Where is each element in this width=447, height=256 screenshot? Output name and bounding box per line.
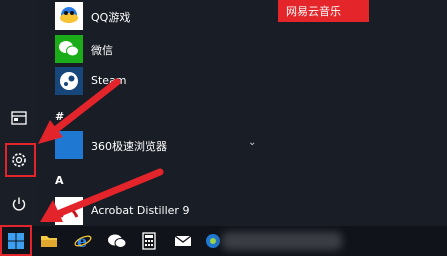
app-label-wechat[interactable]: 微信 bbox=[91, 42, 113, 58]
app-list: QQ游戏 微信 Steam # 360极速浏览器 ⌄ A Acrobat Dis bbox=[38, 0, 447, 226]
taskbar: e bbox=[0, 226, 447, 256]
360-browser-tile[interactable] bbox=[55, 131, 83, 159]
blurred-taskbar-region bbox=[222, 232, 342, 250]
app-icon[interactable] bbox=[202, 230, 224, 252]
app-label-steam[interactable]: Steam bbox=[91, 74, 127, 87]
calculator-icon[interactable] bbox=[138, 230, 160, 252]
internet-explorer-icon[interactable]: e bbox=[72, 230, 94, 252]
qq-game-icon[interactable] bbox=[55, 2, 83, 30]
svg-text:e: e bbox=[77, 232, 87, 250]
section-header-a[interactable]: A bbox=[55, 174, 64, 187]
netease-music-banner[interactable]: 网易云音乐 bbox=[278, 0, 369, 22]
chevron-down-icon[interactable]: ⌄ bbox=[248, 137, 256, 148]
mail-icon[interactable] bbox=[172, 230, 194, 252]
file-explorer-icon[interactable] bbox=[38, 230, 60, 252]
documents-icon[interactable] bbox=[7, 106, 31, 130]
acrobat-distiller-icon[interactable] bbox=[55, 197, 83, 225]
wechat-taskbar-icon[interactable] bbox=[106, 230, 128, 252]
app-label-360-browser[interactable]: 360极速浏览器 bbox=[91, 138, 167, 154]
steam-icon[interactable] bbox=[55, 67, 83, 95]
section-header-hash[interactable]: # bbox=[55, 110, 64, 123]
wechat-icon[interactable] bbox=[55, 35, 83, 63]
start-button-highlight-box bbox=[0, 225, 32, 256]
start-menu-sidebar bbox=[0, 0, 38, 226]
settings-highlight-box bbox=[5, 143, 36, 177]
app-label-qq-game[interactable]: QQ游戏 bbox=[91, 9, 130, 25]
app-label-acrobat-distiller[interactable]: Acrobat Distiller 9 bbox=[91, 204, 189, 217]
power-icon[interactable] bbox=[7, 192, 31, 216]
